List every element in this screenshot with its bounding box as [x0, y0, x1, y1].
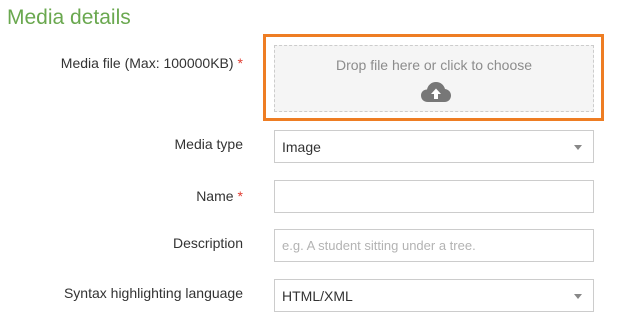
name-label-text: Name: [196, 188, 234, 204]
media-details-form: Media details Media file (Max: 100000KB)…: [0, 0, 628, 329]
description-placeholder: e.g. A student sitting under a tree.: [282, 238, 476, 253]
syntax-language-select[interactable]: HTML/XML: [274, 279, 594, 312]
description-label: Description: [172, 235, 243, 251]
dropzone-text: Drop file here or click to choose: [335, 57, 533, 73]
syntax-language-value: HTML/XML: [282, 288, 353, 304]
section-title: Media details: [7, 6, 131, 29]
media-type-label: Media type: [174, 136, 243, 152]
description-input[interactable]: e.g. A student sitting under a tree.: [274, 229, 594, 262]
media-type-value: Image: [282, 139, 321, 155]
media-type-select[interactable]: Image: [274, 130, 594, 163]
file-dropzone[interactable]: Drop file here or click to choose: [274, 45, 594, 112]
name-input[interactable]: [274, 180, 594, 213]
media-file-label: Media file (Max: 100000KB) *: [61, 55, 243, 71]
media-file-label-text: Media file (Max: 100000KB): [60, 55, 234, 71]
cloud-upload-icon: [421, 82, 451, 102]
name-label: Name *: [196, 188, 243, 204]
required-marker: *: [237, 55, 243, 71]
required-marker: *: [237, 188, 243, 204]
syntax-language-label: Syntax highlighting language: [63, 285, 243, 301]
chevron-down-icon: [574, 145, 582, 150]
chevron-down-icon: [574, 294, 582, 299]
